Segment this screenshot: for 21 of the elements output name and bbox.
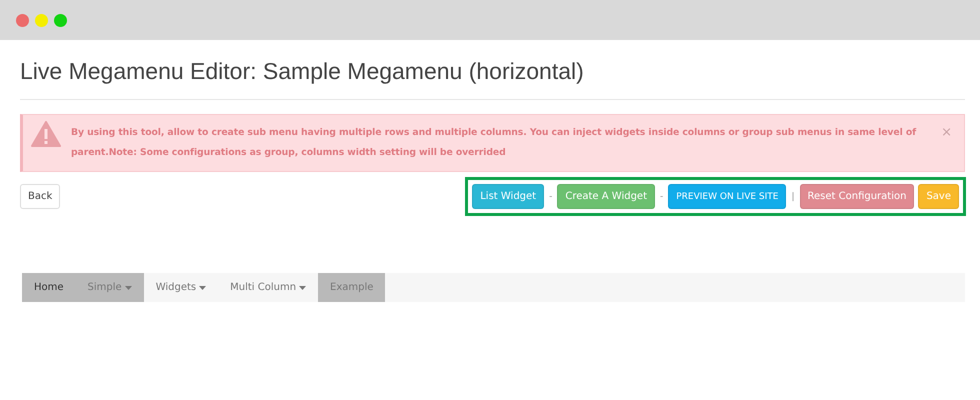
- menu-item[interactable]: Multi Column: [218, 273, 318, 302]
- close-button[interactable]: ×: [941, 125, 952, 140]
- separator: |: [790, 192, 796, 202]
- minimize-icon[interactable]: [35, 14, 48, 26]
- close-icon[interactable]: [16, 14, 29, 26]
- toolbar-button[interactable]: Create A Widget: [557, 184, 655, 209]
- menu-item[interactable]: Widgets: [144, 273, 218, 302]
- separator: -: [548, 192, 554, 202]
- toolbar-button[interactable]: Reset Configuration: [800, 184, 914, 209]
- menu-item[interactable]: Simple: [76, 273, 144, 302]
- toolbar-button[interactable]: PREVIEW ON LIVE SITE: [668, 184, 786, 209]
- toolbar-button[interactable]: Save: [918, 184, 959, 209]
- menu-item[interactable]: Example: [318, 273, 386, 302]
- warning-icon: [31, 121, 61, 147]
- toolbar-button[interactable]: List Widget: [472, 184, 544, 209]
- back-button[interactable]: Back: [20, 184, 60, 209]
- alert-message: By using this tool, allow to create sub menu having multiple rows and multiple columns. You can inject widgets inside columns or group sub menus in same level of parent.Note: Some configurations as group, columns width setting will be overrided: [71, 126, 918, 160]
- page-title: Live Megamenu Editor: Sample Megamenu (horizontal): [20, 40, 965, 100]
- separator: -: [658, 192, 664, 202]
- maximize-icon[interactable]: [54, 14, 67, 26]
- menu-item[interactable]: Home: [22, 273, 76, 302]
